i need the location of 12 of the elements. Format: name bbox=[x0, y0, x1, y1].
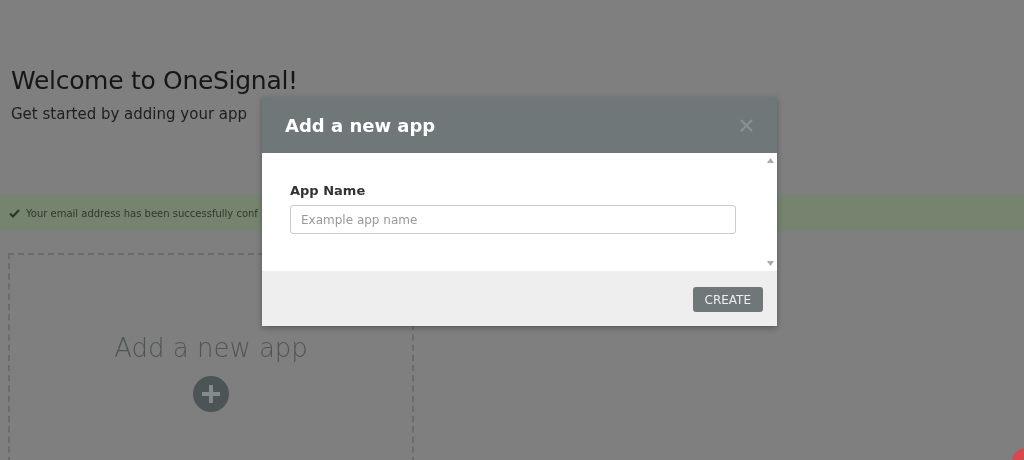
scroll-up-icon[interactable] bbox=[767, 158, 774, 163]
field-label: App Name bbox=[290, 183, 367, 198]
dialog-title: Add a new app bbox=[285, 114, 436, 136]
app-name-field[interactable]: Example app name bbox=[290, 205, 736, 234]
check-icon bbox=[9, 208, 20, 218]
page-heading: Welcome to OneSignal! bbox=[11, 66, 299, 95]
close-icon[interactable] bbox=[740, 118, 753, 132]
page-subtitle: Get started by adding your app bbox=[11, 105, 249, 123]
add-icon[interactable] bbox=[192, 375, 230, 413]
create-button[interactable]: CREATE bbox=[692, 287, 763, 312]
notice-text: Your email address has been successfully conf bbox=[26, 207, 258, 219]
scroll-down-icon[interactable] bbox=[767, 261, 774, 266]
